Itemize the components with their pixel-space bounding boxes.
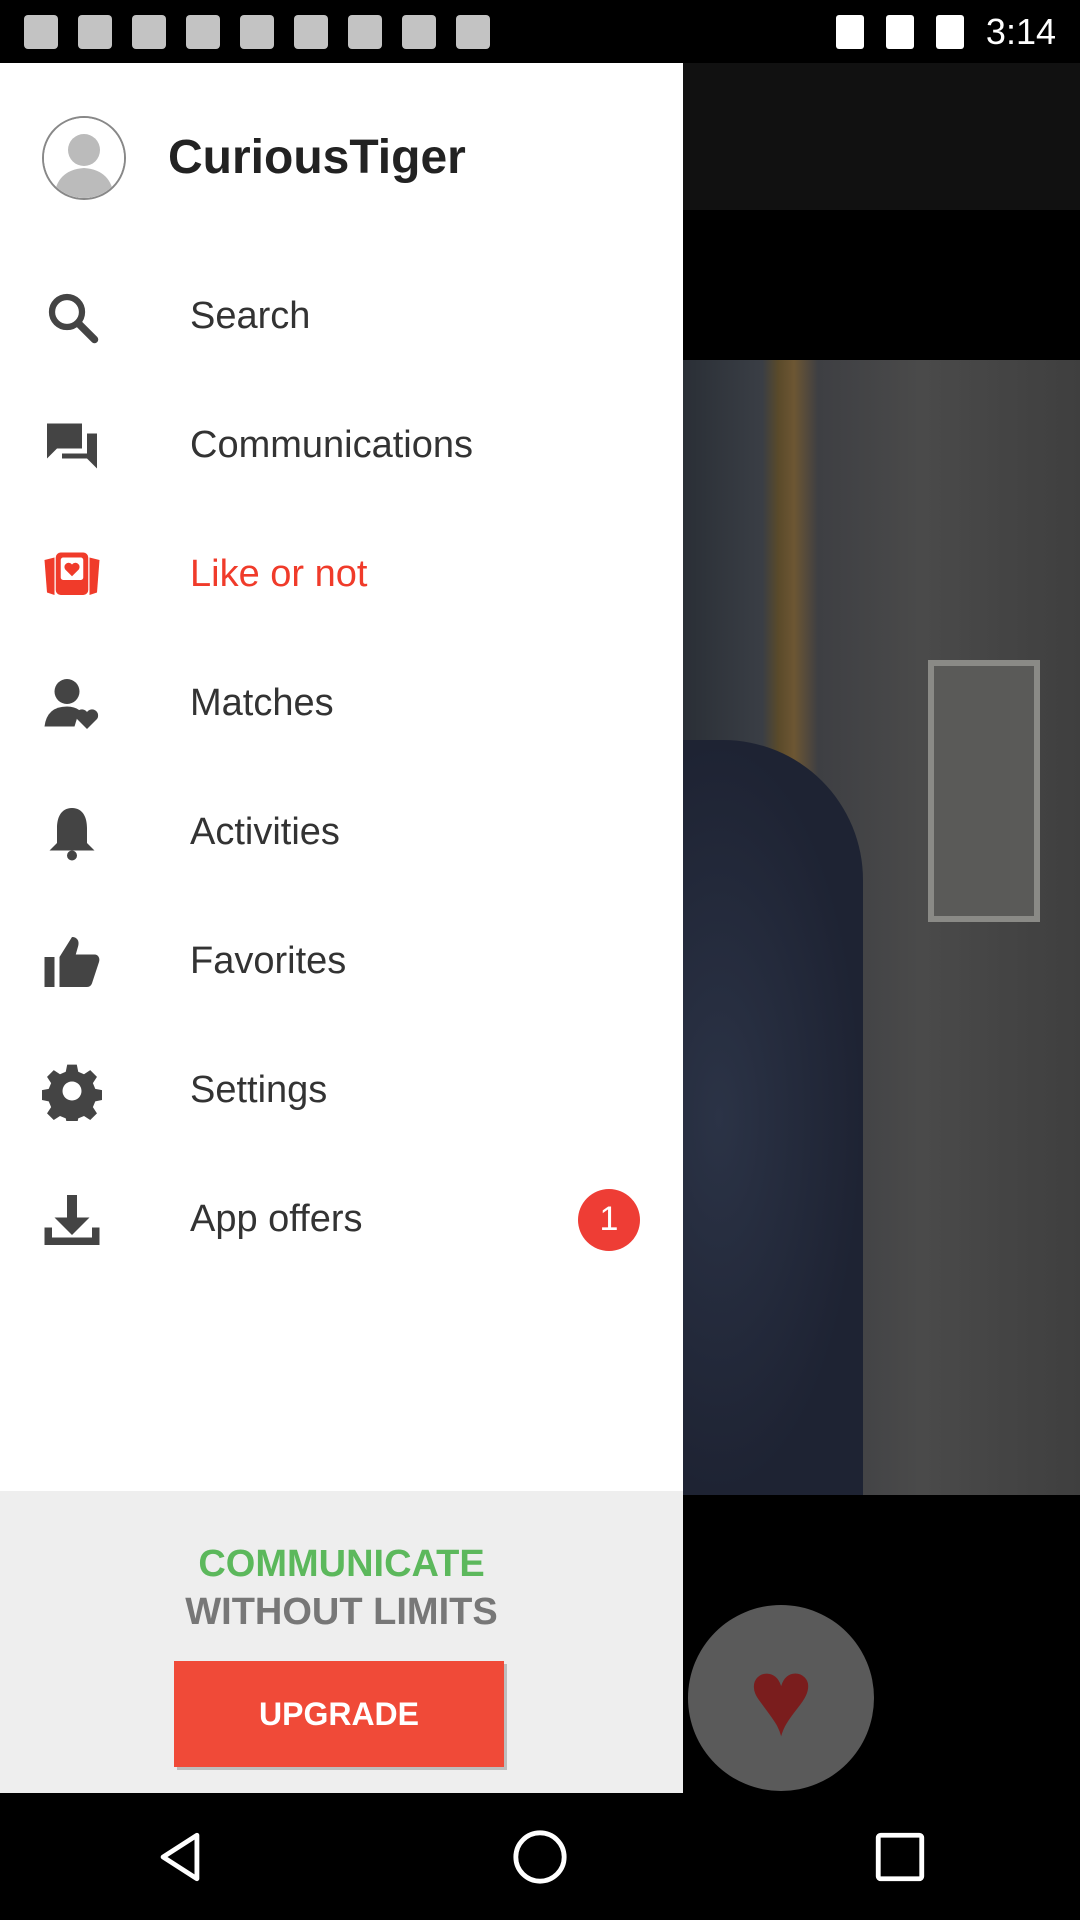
home-circle-icon (513, 1829, 567, 1884)
username: CuriousTiger (168, 131, 466, 184)
recents-square-icon (875, 1832, 925, 1881)
menu-item-label: Communications (190, 424, 473, 466)
menu-item-activities[interactable]: Activities (0, 768, 683, 897)
battery-icon (935, 14, 964, 49)
notification-icon (78, 14, 112, 49)
recents-button[interactable] (855, 1812, 945, 1902)
menu-item-label: Settings (190, 1069, 328, 1111)
search-icon (40, 285, 104, 349)
notification-icon (132, 14, 166, 49)
notification-icon (24, 14, 58, 49)
notification-icon (294, 14, 328, 49)
promo-headline: COMMUNICATE (198, 1543, 485, 1585)
status-time: 3:14 (985, 10, 1056, 52)
menu-item-label: Activities (190, 811, 340, 853)
avatar[interactable] (42, 116, 126, 200)
notification-icon (186, 14, 220, 49)
download-icon (40, 1188, 104, 1252)
notification-icon (402, 14, 436, 49)
menu-item-settings[interactable]: Settings (0, 1026, 683, 1155)
back-button[interactable] (135, 1812, 225, 1902)
menu-item-app-offers[interactable]: App offers 1 (0, 1155, 683, 1284)
profile-photo (683, 360, 1080, 1495)
drawer-menu: Search Communications Like or not Matche… (0, 252, 683, 1284)
chat-icon (40, 414, 104, 478)
upgrade-promo: COMMUNICATE WITHOUT LIMITS UPGRADE (0, 1491, 683, 1793)
notification-icon (348, 14, 382, 49)
signal-icon (885, 14, 914, 49)
menu-item-like-or-not[interactable]: Like or not (0, 510, 683, 639)
system-nav-bar (0, 1793, 1080, 1920)
avatar-placeholder-icon (44, 118, 124, 198)
notification-icons (24, 14, 490, 49)
heart-icon: ♥ (748, 1636, 814, 1759)
menu-item-label: Like or not (190, 553, 368, 595)
notification-icon (456, 14, 490, 49)
menu-item-label: Search (190, 295, 311, 337)
bell-icon (40, 801, 104, 865)
bluetooth-icon (835, 14, 864, 49)
menu-item-label: Favorites (190, 940, 347, 982)
menu-item-favorites[interactable]: Favorites (0, 897, 683, 1026)
navigation-drawer: CuriousTiger Search Communications Like … (0, 63, 683, 1793)
status-bar: 3:14 (0, 0, 1080, 63)
promo-subheadline: WITHOUT LIMITS (185, 1591, 498, 1633)
back-triangle-icon (160, 1832, 200, 1881)
menu-item-communications[interactable]: Communications (0, 381, 683, 510)
menu-item-matches[interactable]: Matches (0, 639, 683, 768)
home-button[interactable] (495, 1812, 585, 1902)
drawer-header: CuriousTiger (0, 63, 683, 210)
menu-item-label: App offers (190, 1198, 363, 1240)
menu-item-search[interactable]: Search (0, 252, 683, 381)
like-button[interactable]: ♥ (688, 1605, 874, 1791)
menu-item-label: Matches (190, 682, 334, 724)
upgrade-button[interactable]: UPGRADE (174, 1661, 504, 1767)
notification-icon (240, 14, 274, 49)
gear-icon (40, 1059, 104, 1123)
notification-badge: 1 (578, 1188, 640, 1251)
thumbs-up-icon (40, 930, 104, 994)
like-card-icon (40, 543, 104, 607)
person-heart-icon (40, 672, 104, 736)
